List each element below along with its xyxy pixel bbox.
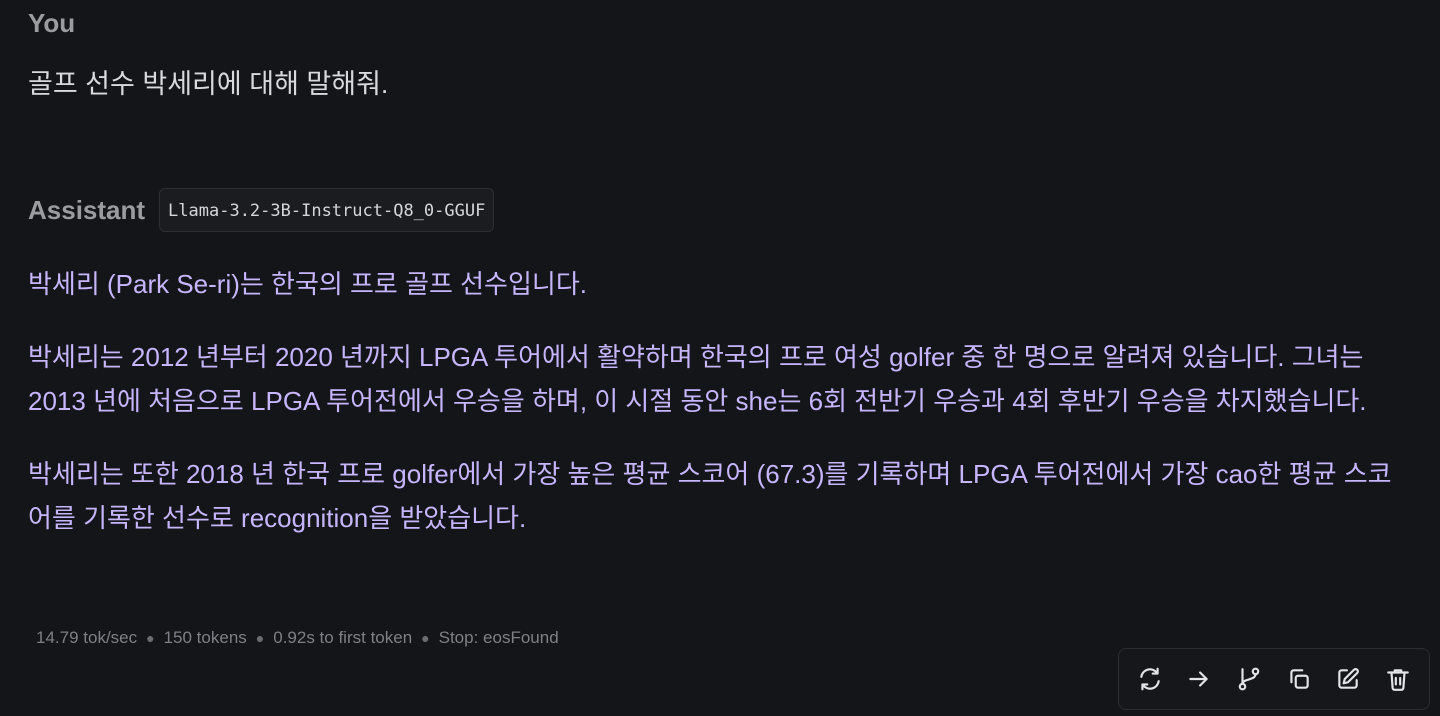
assistant-role-label: Assistant (28, 194, 146, 225)
regenerate-icon (1140, 667, 1160, 691)
generation-stats: 14.79 tok/sec ● 150 tokens ● 0.92s to fi… (36, 628, 559, 648)
branch-icon (1238, 667, 1260, 691)
delete-icon (1387, 669, 1409, 691)
continue-button[interactable] (1179, 659, 1219, 699)
user-message: 골프 선수 박세리에 대해 말해줘. (28, 69, 389, 99)
edit-icon (1338, 668, 1360, 689)
delete-button[interactable] (1378, 659, 1418, 699)
chat-page: You 골프 선수 박세리에 대해 말해줘. Assistant Llama-3… (0, 0, 1440, 716)
response-paragraph: 박세리는 또한 2018 년 한국 프로 golfer에서 가장 높은 평균 스… (28, 459, 1392, 533)
continue-icon (1189, 671, 1209, 687)
separator-dot: ● (146, 630, 155, 646)
stat-first-token: 0.92s to first token (273, 628, 413, 647)
copy-button[interactable] (1279, 659, 1319, 699)
message-action-toolbar (1118, 648, 1430, 710)
separator-dot: ● (421, 630, 430, 646)
separator-dot: ● (255, 630, 265, 646)
stat-speed: 14.79 tok/sec (36, 628, 138, 647)
edit-button[interactable] (1328, 659, 1368, 699)
stat-stop-reason: Stop: eosFound (438, 628, 559, 647)
copy-icon (1290, 669, 1309, 689)
stat-tokens: 150 tokens (163, 628, 247, 647)
user-role-label: You (28, 8, 76, 38)
branch-button[interactable] (1229, 659, 1269, 699)
model-badge: Llama-3.2-3B-Instruct-Q8_0-GGUF (159, 188, 495, 232)
regenerate-button[interactable] (1130, 659, 1170, 699)
response-paragraph: 박세리는 2012 년부터 2020 년까지 LPGA 투어에서 활약하며 한국… (28, 342, 1367, 416)
assistant-header: Assistant Llama-3.2-3B-Instruct-Q8_0-GGU… (28, 188, 495, 232)
response-paragraph: 박세리 (Park Se-ri)는 한국의 프로 골프 선수입니다. (28, 269, 587, 299)
assistant-response: 박세리 (Park Se-ri)는 한국의 프로 골프 선수입니다. 박세리는 … (28, 262, 1413, 569)
